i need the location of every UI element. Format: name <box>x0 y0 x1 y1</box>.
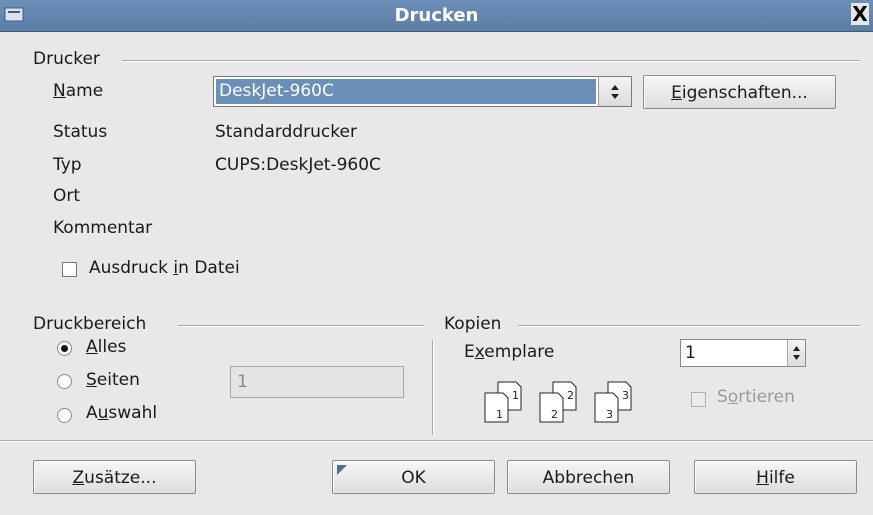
page-number-2a: 2 <box>567 389 574 402</box>
ok-button-label: OK <box>401 468 426 488</box>
printer-name-value: DeskJet-960C <box>216 79 596 104</box>
cancel-button[interactable]: Abbrechen <box>507 460 670 494</box>
default-button-marker-icon <box>337 465 347 475</box>
copies-group-line <box>518 325 860 327</box>
help-button[interactable]: Hilfe <box>694 460 857 494</box>
name-label: Name <box>53 81 104 101</box>
cancel-button-label: Abbrechen <box>542 468 635 488</box>
pages-input[interactable]: 1 <box>230 366 404 398</box>
copies-label: Exemplare <box>464 342 555 362</box>
printer-name-combo[interactable]: DeskJet-960C <box>213 76 632 107</box>
page-number-3b: 3 <box>606 408 613 421</box>
close-icon[interactable]: X <box>851 3 869 25</box>
radio-pages[interactable] <box>57 374 72 389</box>
ok-button[interactable]: OK <box>332 460 495 494</box>
status-label: Status <box>53 122 108 142</box>
radio-all[interactable] <box>57 341 72 356</box>
copies-spin-icon[interactable] <box>787 340 805 366</box>
type-value: CUPS:DeskJet-960C <box>215 155 381 175</box>
title-bar[interactable]: Drucken X <box>0 0 873 32</box>
range-group-line <box>178 325 424 327</box>
button-bar-separator <box>0 440 873 442</box>
print-to-file-label[interactable]: Ausdruck in Datei <box>89 258 240 278</box>
radio-all-label[interactable]: Alles <box>86 337 126 357</box>
print-dialog: Drucken X Drucker Name DeskJet-960C Eige… <box>0 0 873 515</box>
page-number-3a: 3 <box>622 389 629 402</box>
copies-value: 1 <box>685 343 696 363</box>
extras-button[interactable]: Zusätze... <box>33 460 196 494</box>
printer-group-title: Drucker <box>33 49 100 69</box>
radio-selection[interactable] <box>57 408 72 423</box>
print-to-file-checkbox[interactable] <box>62 262 77 277</box>
page-stack-3-icon: 3 3 <box>594 381 632 423</box>
radio-selection-label[interactable]: Auswahl <box>86 403 157 423</box>
copies-group-title: Kopien <box>444 314 502 334</box>
page-stack-1-icon: 1 1 <box>484 381 522 423</box>
window-title: Drucken <box>394 5 479 26</box>
location-label: Ort <box>53 186 81 206</box>
range-group-title: Druckbereich <box>33 314 147 334</box>
page-number-1b: 1 <box>496 408 503 421</box>
group-separator <box>432 340 434 435</box>
page-number-1a: 1 <box>512 389 519 402</box>
printer-group-line <box>122 60 860 62</box>
comment-label: Kommentar <box>53 218 153 238</box>
page-stack-2-icon: 2 2 <box>539 381 577 423</box>
properties-button[interactable]: Eigenschaften... <box>643 75 836 109</box>
combo-spin-icon[interactable] <box>598 77 631 106</box>
copies-spinbox[interactable]: 1 <box>680 339 806 367</box>
collate-label[interactable]: Sortieren <box>717 387 795 407</box>
radio-pages-label[interactable]: Seiten <box>86 370 140 390</box>
status-value: Standarddrucker <box>215 122 357 142</box>
collate-checkbox[interactable] <box>691 392 706 407</box>
type-label: Typ <box>53 155 82 175</box>
page-number-2b: 2 <box>551 408 558 421</box>
